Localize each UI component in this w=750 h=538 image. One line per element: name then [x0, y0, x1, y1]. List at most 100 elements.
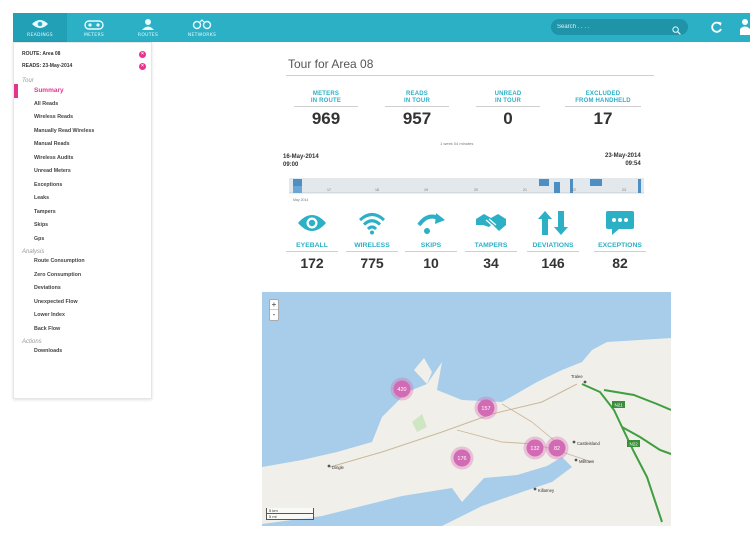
timeline-tick: 19	[424, 188, 428, 192]
metric-value: 82	[612, 255, 628, 271]
stat-unread-in-tour: UNREAD IN TOUR 0	[473, 91, 543, 129]
search-input[interactable]	[557, 24, 667, 30]
nav-readings-label: READINGS	[27, 32, 53, 38]
sidebar-item-deviations[interactable]: Deviations	[14, 282, 151, 296]
timeline-bar	[590, 179, 602, 186]
sidebar-item-lower-index[interactable]: Lower Index	[14, 309, 151, 323]
page-title: Tour for Area 08	[288, 57, 374, 71]
metric-tampers[interactable]: TAMPERS 34	[456, 210, 526, 271]
sidebar-item-wireless-reads[interactable]: Wireless Reads	[14, 111, 151, 125]
map[interactable]: N21 N22 Tralee Castleisland Killarney Di…	[262, 292, 671, 526]
metric-divider	[346, 251, 398, 252]
reads-filter: READS: 23-May-2014 ×	[14, 60, 151, 72]
town-dot	[533, 487, 537, 491]
stat-divider	[565, 106, 641, 107]
timeline-bar	[638, 179, 641, 193]
title-divider	[286, 75, 654, 76]
timeline-end: 23-May-2014 09:54	[605, 152, 641, 168]
stat-divider	[385, 106, 449, 107]
nav-meters[interactable]: METERS	[67, 13, 121, 42]
stat-divider	[294, 106, 358, 107]
timeline-end-time: 09:54	[625, 161, 641, 167]
town-dot	[574, 458, 578, 462]
nav-meters-label: METERS	[83, 32, 105, 38]
metric-divider	[594, 251, 646, 252]
stat-meters-in-route: METERS IN ROUTE 969	[291, 91, 361, 129]
nav-networks[interactable]: NETWORKS	[175, 13, 229, 42]
cluster-count: 82	[554, 446, 560, 452]
sidebar-item-route-consumption[interactable]: Route Consumption	[14, 255, 151, 269]
road-label: N22	[630, 442, 639, 447]
refresh-icon[interactable]	[710, 20, 723, 39]
metric-label: EXCEPTIONS	[598, 242, 642, 249]
nav-routes[interactable]: ROUTES	[121, 13, 175, 42]
top-nav-bar: READINGS METERS ROUTES NETWORKS	[13, 13, 750, 42]
remove-route-filter-icon[interactable]: ×	[139, 50, 146, 58]
town-label: Dingle	[332, 465, 345, 470]
metric-label: TAMPERS	[474, 242, 508, 249]
scale-mi: 5 mi	[266, 514, 314, 520]
user-icon[interactable]	[739, 18, 750, 41]
map-cluster-marker[interactable]: 157	[474, 396, 498, 420]
nav-routes-label: ROUTES	[137, 32, 159, 38]
stat-value: 957	[402, 109, 432, 128]
timeline-bar	[293, 186, 302, 193]
sidebar-item-leaks[interactable]: Leaks	[14, 192, 151, 206]
town-dot	[327, 464, 331, 468]
stat-excluded-from-handheld: EXCLUDED FROM HANDHELD 17	[561, 91, 645, 129]
cluster-count: 420	[397, 387, 406, 393]
zoom-out-button[interactable]: -	[270, 310, 278, 320]
stat-value: 0	[503, 109, 513, 128]
reads-filter-label: READS: 23-May-2014	[22, 63, 73, 69]
map-cluster-marker[interactable]: 420	[390, 377, 414, 401]
timeline-start-date: 16-May-2014	[283, 154, 319, 160]
message-icon	[585, 210, 655, 236]
route-filter-label: ROUTE: Area 08	[22, 51, 61, 57]
timeline-tick: 18	[375, 188, 379, 192]
metric-divider	[286, 251, 338, 252]
metric-exceptions[interactable]: EXCEPTIONS 82	[585, 210, 655, 271]
sidebar-item-skips[interactable]: Skips	[14, 219, 151, 233]
stat-value: 17	[593, 109, 613, 128]
map-cluster-marker[interactable]: 82	[545, 436, 569, 460]
sidebar-item-manual-reads[interactable]: Manual Reads	[14, 138, 151, 152]
sidebar-item-gps[interactable]: Gps	[14, 233, 151, 247]
metric-value: 34	[483, 255, 499, 271]
sidebar-item-all-reads[interactable]: All Reads	[14, 98, 151, 112]
map-canvas[interactable]: N21 N22 Tralee Castleisland Killarney Di…	[262, 292, 671, 526]
sidebar: ROUTE: Area 08 × READS: 23-May-2014 × To…	[13, 42, 152, 399]
stat-reads-in-tour: READS IN TOUR 957	[382, 91, 452, 129]
sidebar-item-summary[interactable]: Summary	[14, 84, 151, 98]
sidebar-item-zero-consumption[interactable]: Zero Consumption	[14, 269, 151, 283]
timeline-chart[interactable]: 17 18 19 20 21 22 23 May 2014	[289, 172, 644, 204]
sidebar-item-manually-read-wireless[interactable]: Manually Read Wireless	[14, 125, 151, 139]
duration-note: 1 week 04 minutes	[440, 141, 474, 146]
sidebar-item-back-flow[interactable]: Back Flow	[14, 323, 151, 337]
search-icon[interactable]	[672, 22, 681, 40]
town-label: Milltown	[579, 459, 595, 464]
stat-value: 969	[311, 109, 341, 128]
metric-label: DEVIATIONS	[532, 242, 574, 249]
timeline-bar	[554, 182, 560, 193]
network-icon	[192, 18, 212, 31]
timeline-bar	[539, 179, 549, 186]
sidebar-item-tampers[interactable]: Tampers	[14, 206, 151, 220]
sidebar-item-wireless-audits[interactable]: Wireless Audits	[14, 152, 151, 166]
map-cluster-marker[interactable]: 176	[450, 446, 474, 470]
stat-label-line2: IN TOUR	[404, 98, 430, 104]
timeline-start-time: 09:00	[283, 162, 299, 168]
stat-label-line1: READS	[405, 91, 428, 97]
sidebar-item-downloads[interactable]: Downloads	[14, 345, 151, 359]
timeline-bar	[293, 179, 302, 186]
sidebar-item-exceptions[interactable]: Exceptions	[14, 179, 151, 193]
metric-divider	[465, 251, 517, 252]
zoom-in-button[interactable]: +	[270, 300, 278, 310]
sidebar-item-unread-meters[interactable]: Unread Meters	[14, 165, 151, 179]
map-cluster-marker[interactable]: 132	[523, 436, 547, 460]
stat-label-line2: IN TOUR	[495, 98, 521, 104]
sidebar-item-unexpected-flow[interactable]: Unexpected Flow	[14, 296, 151, 310]
nav-readings[interactable]: READINGS	[13, 13, 67, 42]
town-label: Killarney	[538, 488, 555, 493]
remove-reads-filter-icon[interactable]: ×	[139, 62, 146, 70]
metric-deviations[interactable]: DEVIATIONS 146	[518, 210, 588, 271]
